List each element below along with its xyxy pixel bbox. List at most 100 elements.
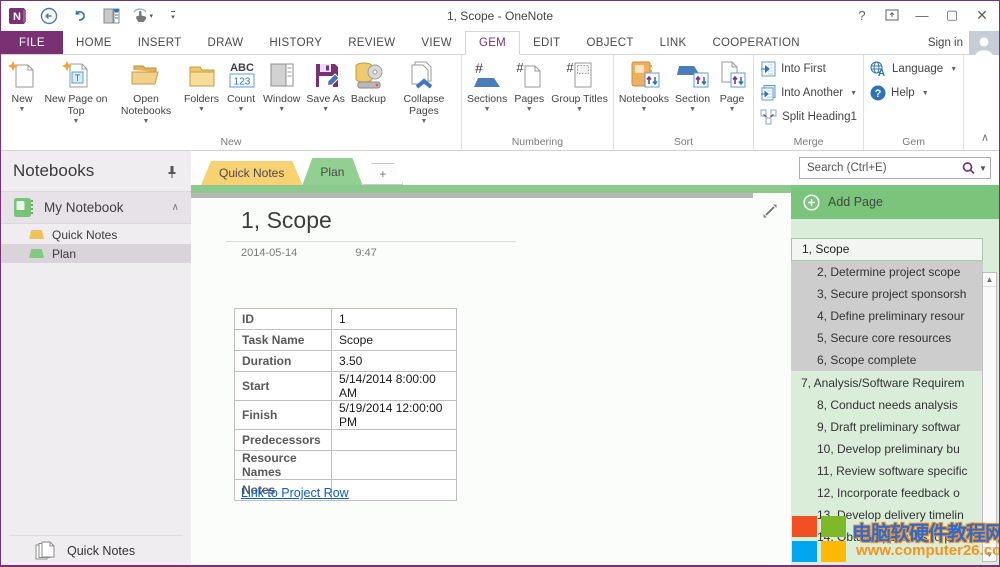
- page-list-item[interactable]: 1, Scope: [791, 238, 983, 261]
- page-list-item[interactable]: 13, Develop delivery timelin: [791, 504, 983, 526]
- ribbon-group-label: Merge: [756, 135, 861, 150]
- ribbon-folders-button[interactable]: Folders▼: [181, 56, 222, 134]
- search-input[interactable]: [800, 162, 961, 174]
- ribbon-display-options-button[interactable]: [877, 1, 907, 29]
- undo-button[interactable]: [69, 5, 91, 27]
- add-section-tab[interactable]: +: [362, 163, 403, 185]
- back-button[interactable]: [38, 5, 60, 27]
- help-button[interactable]: ?: [847, 1, 877, 29]
- page-list-item[interactable]: 5, Secure core resources: [791, 327, 983, 349]
- ribbon-collapse-pages-button[interactable]: Collapse Pages▼: [389, 56, 459, 134]
- ribbon-split-heading1-button[interactable]: Split Heading1: [760, 108, 857, 126]
- page-list-item[interactable]: 9, Draft preliminary softwar: [791, 416, 983, 438]
- page-list-item[interactable]: 10, Develop preliminary bu: [791, 438, 983, 460]
- tab-cooperation[interactable]: COOPERATION: [699, 31, 812, 54]
- ribbon-help-button[interactable]: ?Help▼: [870, 84, 957, 102]
- tab-gem[interactable]: GEM: [465, 31, 520, 55]
- page-list-item[interactable]: 2, Determine project scope: [791, 261, 983, 283]
- ribbon-sections-button[interactable]: #Sections▼: [464, 56, 510, 134]
- ribbon-button-label: Window: [263, 93, 300, 105]
- collapse-ribbon-button[interactable]: ∧: [981, 131, 989, 144]
- ribbon-page-button[interactable]: Page▼: [713, 56, 751, 134]
- table-row-value[interactable]: 3.50: [332, 351, 457, 372]
- ribbon-language-button[interactable]: ALanguage▼: [870, 60, 957, 78]
- ribbon-notebooks-button[interactable]: Notebooks▼: [616, 56, 672, 134]
- page-list-item[interactable]: 3, Secure project sponsorsh: [791, 283, 983, 305]
- section-tab-bar: Quick NotesPlan+ ▼: [191, 151, 999, 185]
- dock-to-desktop-button[interactable]: [100, 5, 122, 27]
- scroll-down-arrow[interactable]: ▼: [983, 547, 996, 561]
- svg-text:N: N: [13, 11, 21, 23]
- ribbon-save-as-button[interactable]: Save As▼: [303, 56, 348, 134]
- ribbon-button-label: Into Another: [781, 87, 843, 99]
- tab-view[interactable]: VIEW: [408, 31, 465, 54]
- tab-file[interactable]: FILE: [1, 31, 63, 54]
- table-row-value[interactable]: 5/19/2014 12:00:00 PM: [332, 401, 457, 430]
- touch-mouse-mode-button[interactable]: ▾: [131, 5, 153, 27]
- tab-object[interactable]: OBJECT: [573, 31, 646, 54]
- scroll-up-arrow[interactable]: ▲: [983, 273, 996, 287]
- ribbon-pages-button[interactable]: #Pages▼: [510, 56, 548, 134]
- table-row-value[interactable]: [332, 430, 457, 451]
- pages-scrollbar[interactable]: ▲ ▼: [982, 272, 997, 562]
- tab-link[interactable]: LINK: [647, 31, 700, 54]
- tab-home[interactable]: HOME: [63, 31, 125, 54]
- search-scope-dropdown[interactable]: ▼: [976, 164, 990, 173]
- page-list-item[interactable]: 11, Review software specific: [791, 460, 983, 482]
- tab-history[interactable]: HISTORY: [256, 31, 335, 54]
- customize-qat-button[interactable]: ▾: [162, 5, 184, 27]
- table-row: Resource Names: [235, 451, 457, 480]
- chevron-up-icon[interactable]: ∧: [172, 202, 179, 213]
- search-box[interactable]: ▼: [799, 157, 991, 179]
- window-icon: [266, 59, 298, 91]
- ribbon-group-titles-button[interactable]: #Group Titles▼: [548, 56, 611, 134]
- section-tab-quick-notes[interactable]: Quick Notes: [201, 161, 302, 185]
- sort-section-icon: [677, 59, 709, 91]
- sign-in-link[interactable]: Sign in: [928, 31, 963, 55]
- tab-edit[interactable]: EDIT: [520, 31, 573, 54]
- page-list-item[interactable]: 7, Analysis/Software Requirem: [791, 372, 983, 394]
- maximize-button[interactable]: ▢: [937, 1, 967, 29]
- table-row-value[interactable]: [332, 480, 457, 501]
- ribbon-open-notebooks-button[interactable]: Open Notebooks▼: [111, 56, 181, 134]
- ribbon-count-button[interactable]: ABC123Count▼: [222, 56, 260, 134]
- add-page-button[interactable]: Add Page: [791, 185, 999, 219]
- notebook-my-notebook[interactable]: My Notebook ∧: [1, 191, 191, 224]
- add-page-label: Add Page: [828, 195, 883, 209]
- table-row-value[interactable]: 5/14/2014 8:00:00 AM: [332, 372, 457, 401]
- page-list-item[interactable]: 6, Scope complete: [791, 349, 983, 371]
- ribbon-new-page-on-top-button[interactable]: TNew Page on Top▼: [41, 56, 111, 134]
- close-button[interactable]: ✕: [967, 1, 997, 29]
- sidebar-section-plan[interactable]: Plan: [1, 244, 191, 263]
- tab-draw[interactable]: DRAW: [194, 31, 256, 54]
- avatar[interactable]: [969, 31, 999, 55]
- dropdown-arrow-icon: ▼: [484, 106, 491, 113]
- tab-insert[interactable]: INSERT: [125, 31, 195, 54]
- sidebar-quick-notes[interactable]: Quick Notes: [9, 535, 183, 565]
- backup-icon: [352, 59, 384, 91]
- ribbon-into-first-button[interactable]: Into First: [760, 60, 857, 78]
- page-list-item[interactable]: 8, Conduct needs analysis: [791, 394, 983, 416]
- section-tab-plan[interactable]: Plan: [302, 158, 362, 185]
- minimize-button[interactable]: —: [907, 1, 937, 29]
- page-title[interactable]: 1, Scope: [241, 207, 332, 234]
- project-row-link[interactable]: Link to Project Row: [241, 486, 349, 500]
- table-row-value[interactable]: [332, 451, 457, 480]
- resize-diagonal-icon[interactable]: [761, 202, 779, 220]
- ribbon-into-another-button[interactable]: Into Another▼: [760, 84, 857, 102]
- ribbon-new-button[interactable]: New▼: [3, 56, 41, 134]
- sort-notebooks-icon: [628, 59, 660, 91]
- page-list-item[interactable]: 4, Define preliminary resour: [791, 305, 983, 327]
- section-label: Plan: [52, 247, 76, 261]
- search-icon[interactable]: [961, 161, 976, 176]
- ribbon-backup-button[interactable]: Backup: [348, 56, 389, 134]
- pin-icon[interactable]: [167, 165, 177, 179]
- ribbon-window-button[interactable]: Window▼: [260, 56, 303, 134]
- sidebar-section-quick-notes[interactable]: Quick Notes: [1, 225, 191, 244]
- ribbon-section-button[interactable]: Section▼: [672, 56, 713, 134]
- table-row-value[interactable]: Scope: [332, 330, 457, 351]
- page-list-item[interactable]: 14, Obtain approvals to pro: [791, 526, 983, 548]
- table-row-value[interactable]: 1: [332, 309, 457, 330]
- page-list-item[interactable]: 12, Incorporate feedback o: [791, 482, 983, 504]
- tab-review[interactable]: REVIEW: [335, 31, 408, 54]
